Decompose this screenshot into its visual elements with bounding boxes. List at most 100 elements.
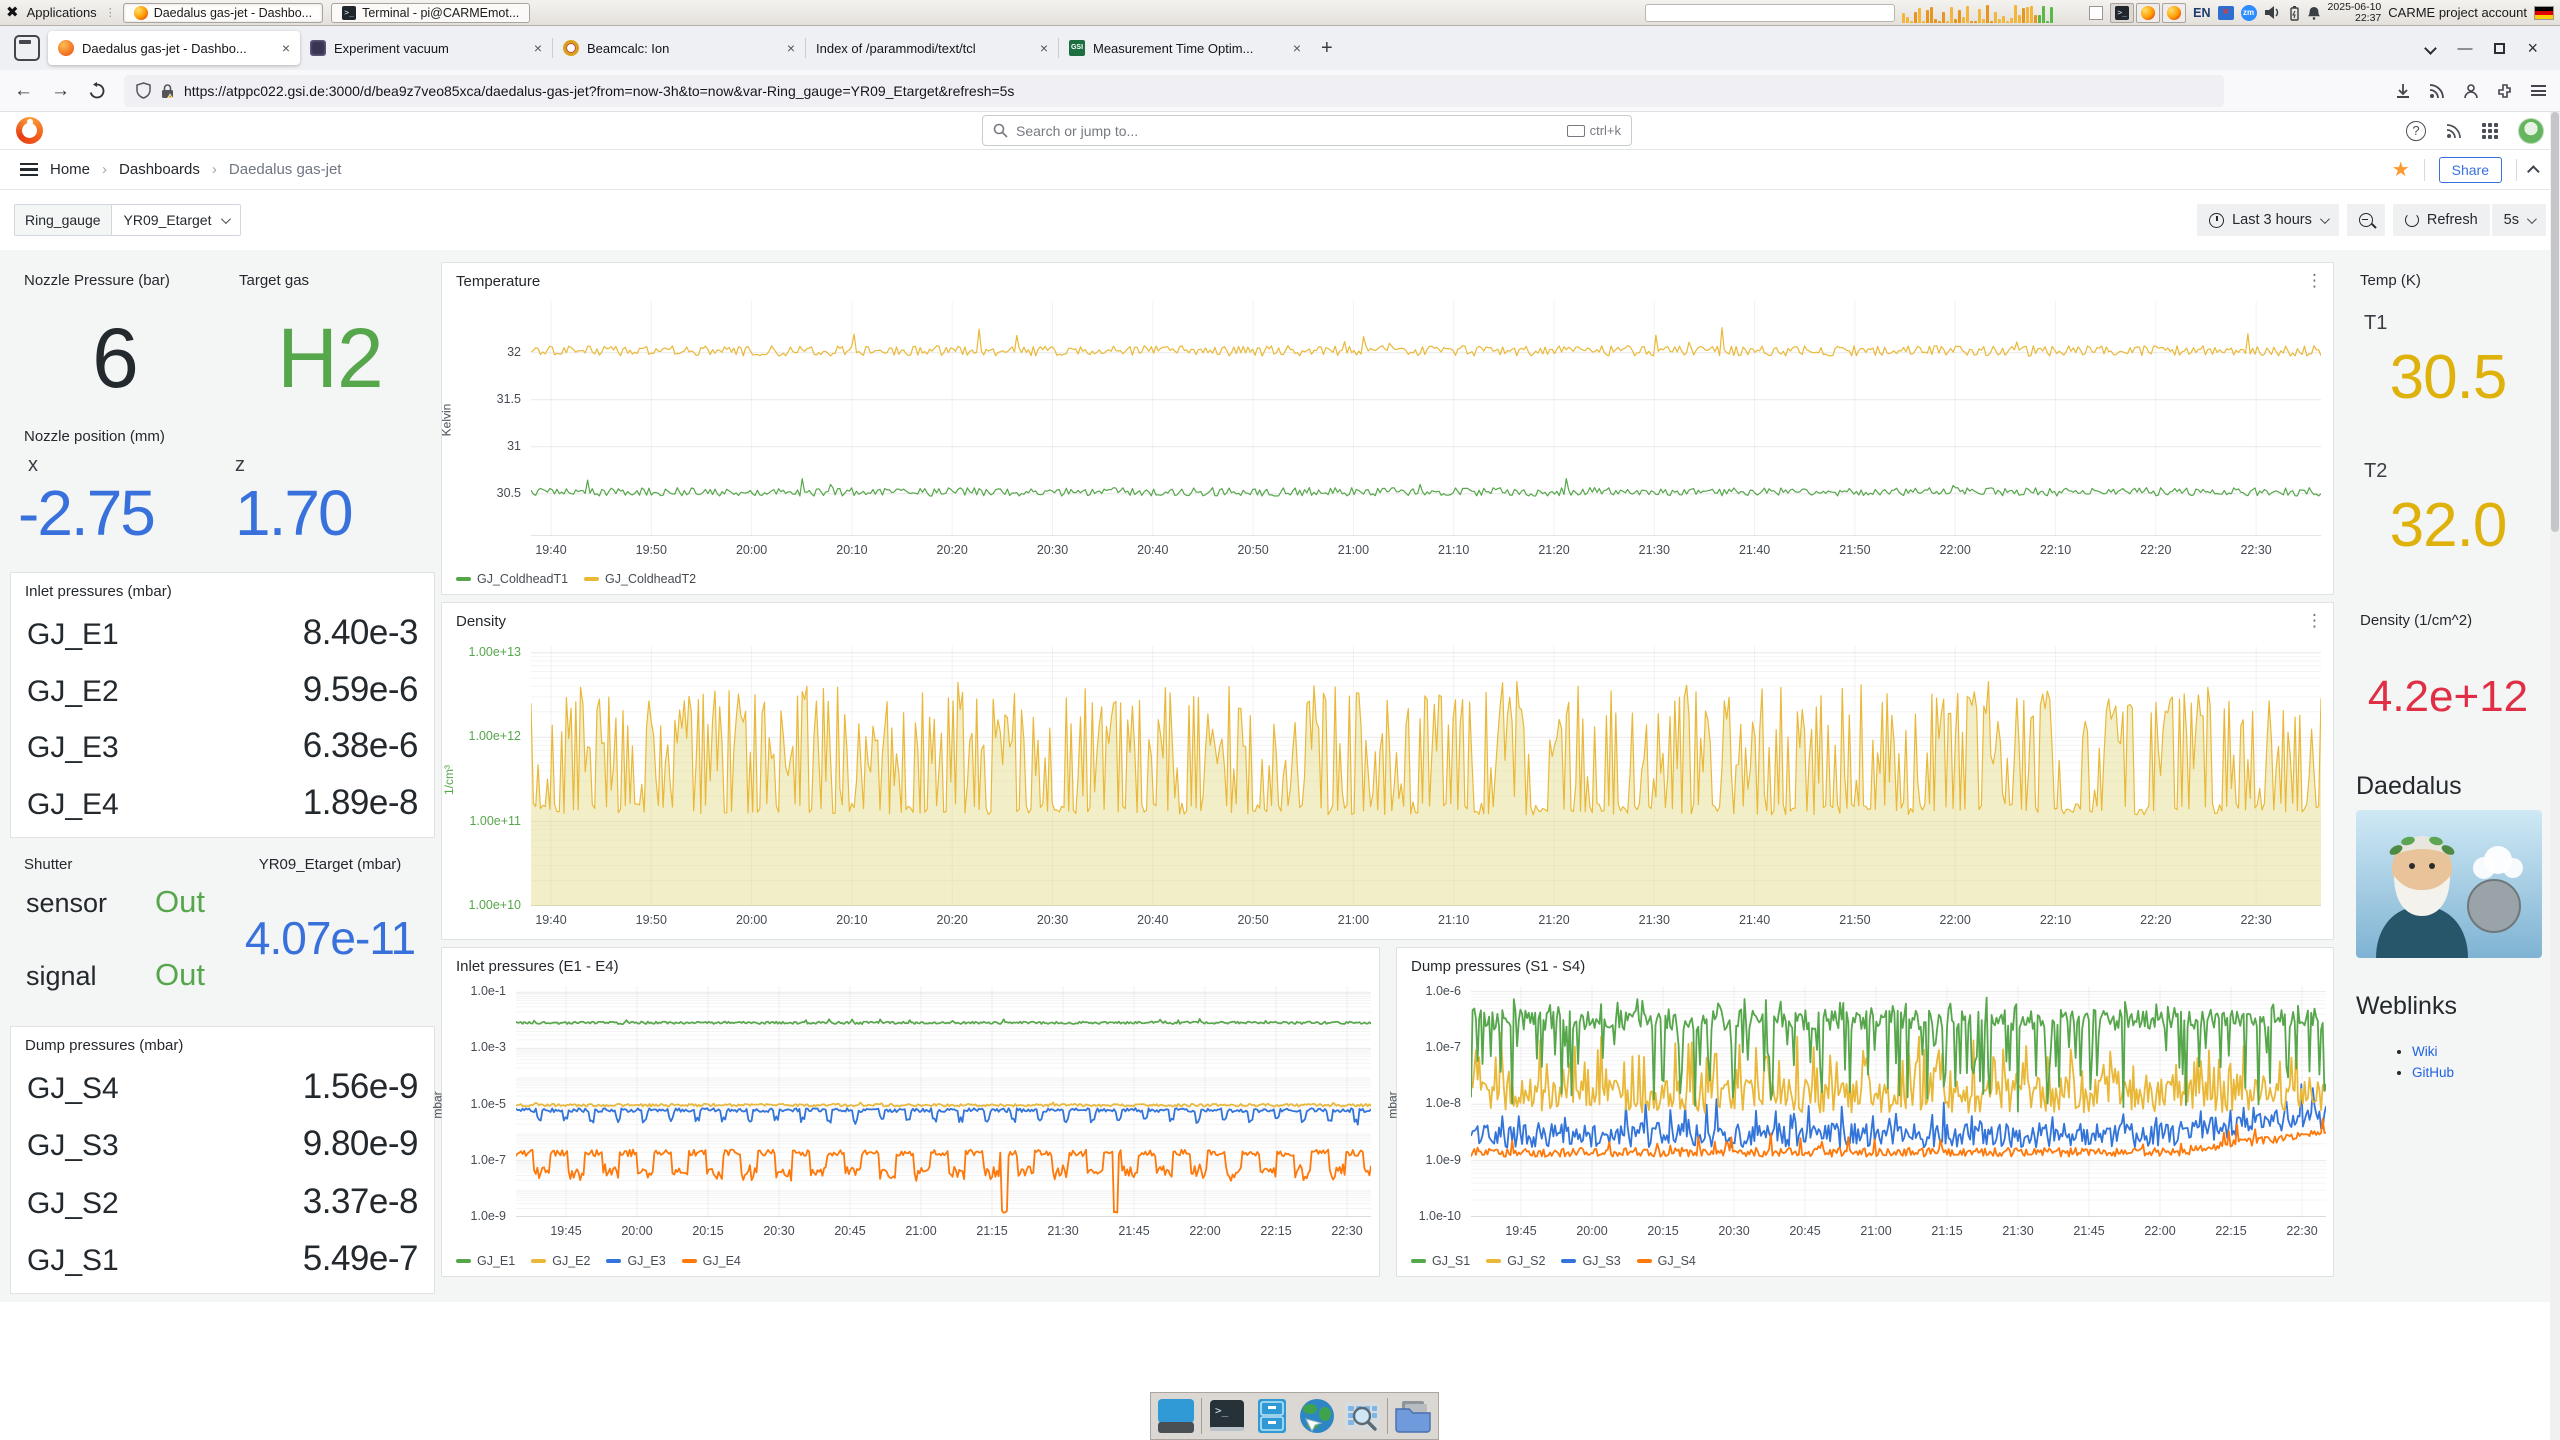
- tab-close-icon[interactable]: ×: [1293, 40, 1301, 56]
- inlet-plot[interactable]: [516, 986, 1371, 1217]
- battery-icon[interactable]: [2288, 5, 2300, 21]
- refresh-interval-dropdown[interactable]: 5s: [2492, 204, 2546, 236]
- tab-daedalus-gas-jet[interactable]: Daedalus gas-jet - Dashbo... ×: [48, 31, 300, 65]
- dump-plot[interactable]: [1471, 986, 2326, 1217]
- tracking-shield-icon[interactable]: [136, 82, 151, 99]
- applications-menu[interactable]: Applications: [27, 5, 97, 20]
- file-manager-icon[interactable]: [1393, 1396, 1433, 1436]
- tab-index-parammodi[interactable]: Index of /parammodi/text/tcl ×: [806, 31, 1058, 65]
- legend-item[interactable]: GJ_ColdheadT1: [456, 572, 568, 586]
- extensions-icon[interactable]: [2497, 83, 2513, 99]
- xserver-icon[interactable]: ×: [2218, 6, 2234, 20]
- pager-icon[interactable]: [2089, 6, 2103, 20]
- new-tab-button[interactable]: +: [1321, 37, 1333, 60]
- tab-beamcalc[interactable]: Beamcalc: Ion ×: [553, 31, 805, 65]
- system-monitor-graph[interactable]: [1902, 3, 2082, 23]
- minimize-button[interactable]: —: [2457, 40, 2472, 57]
- breadcrumb-home[interactable]: Home: [50, 161, 90, 178]
- target-gas-value: H2: [225, 310, 435, 407]
- density-plot[interactable]: [531, 646, 2321, 906]
- cpu-bar: [2042, 6, 2045, 23]
- url-bar[interactable]: https://atppc022.gsi.de:3000/d/bea9z7veo…: [124, 75, 2224, 107]
- panel-menu-icon[interactable]: ⋮: [2306, 271, 2323, 291]
- chart-legend: GJ_ColdheadT1 GJ_ColdheadT2: [456, 572, 696, 586]
- tab-measurement-time[interactable]: GSI Measurement Time Optim... ×: [1059, 31, 1311, 65]
- forward-button[interactable]: →: [51, 80, 70, 102]
- back-button[interactable]: ←: [14, 80, 33, 102]
- panel-target-gas: Target gas H2: [225, 262, 435, 417]
- legend-swatch: [1637, 1259, 1652, 1263]
- x-axis-tick-label: 22:30: [2272, 1224, 2332, 1238]
- variable-value-dropdown[interactable]: YR09_Etarget: [112, 204, 242, 236]
- reload-button[interactable]: [88, 82, 106, 100]
- legend-item[interactable]: GJ_ColdheadT2: [584, 572, 696, 586]
- help-icon[interactable]: ?: [2406, 121, 2426, 141]
- zoom-out-button[interactable]: [2347, 204, 2385, 236]
- tab-close-icon[interactable]: ×: [1040, 40, 1048, 56]
- wiki-link[interactable]: Wiki: [2412, 1044, 2438, 1059]
- volume-icon[interactable]: [2264, 5, 2281, 20]
- time-range-picker[interactable]: Last 3 hours: [2197, 204, 2339, 236]
- share-button[interactable]: Share: [2439, 157, 2502, 183]
- mega-menu-icon[interactable]: [20, 163, 38, 177]
- legend-item[interactable]: GJ_E2: [531, 1254, 590, 1268]
- apps-grid-icon[interactable]: [2482, 123, 2498, 139]
- downloads-icon[interactable]: [2395, 83, 2411, 99]
- notification-bell-icon[interactable]: [2307, 5, 2321, 20]
- rss-icon[interactable]: [2429, 83, 2445, 99]
- x-axis-tick-label: 21:00: [1323, 913, 1383, 927]
- legend-item[interactable]: GJ_S3: [1561, 1254, 1620, 1268]
- legend-item[interactable]: GJ_S4: [1637, 1254, 1696, 1268]
- search-placeholder: Search or jump to...: [1016, 123, 1559, 139]
- show-desktop-icon[interactable]: [1156, 1396, 1196, 1436]
- tab-close-icon[interactable]: ×: [282, 40, 290, 56]
- app-menu-icon[interactable]: [2531, 85, 2546, 96]
- panel-menu-icon[interactable]: ⋮: [2306, 611, 2323, 631]
- user-avatar[interactable]: [2518, 118, 2544, 144]
- close-window-button[interactable]: ×: [2527, 38, 2538, 59]
- firefox-preview-icon[interactable]: [2162, 3, 2186, 23]
- firefox-preview-icon[interactable]: [2136, 3, 2160, 23]
- legend-item[interactable]: GJ_E3: [606, 1254, 665, 1268]
- tab-close-icon[interactable]: ×: [787, 40, 795, 56]
- temperature-plot[interactable]: [531, 301, 2321, 536]
- github-link[interactable]: GitHub: [2412, 1065, 2454, 1080]
- refresh-button[interactable]: Refresh: [2393, 204, 2490, 236]
- collapse-chevron-icon[interactable]: [2527, 165, 2540, 178]
- legend-swatch: [682, 1259, 697, 1263]
- cpu-bar: [1910, 21, 1913, 23]
- terminal-preview-icon[interactable]: >_: [2110, 3, 2134, 23]
- grafana-logo[interactable]: [16, 117, 43, 144]
- legend-item[interactable]: GJ_S1: [1411, 1254, 1470, 1268]
- z-label: z: [235, 454, 245, 477]
- maximize-button[interactable]: [2494, 43, 2505, 54]
- clock[interactable]: 2025-06-10 22:37: [2328, 2, 2382, 24]
- screenshot-tool-icon[interactable]: [1342, 1396, 1382, 1436]
- tab-experiment-vacuum[interactable]: Experiment vacuum ×: [300, 31, 552, 65]
- web-browser-icon[interactable]: [1297, 1396, 1337, 1436]
- legend-item[interactable]: GJ_S2: [1486, 1254, 1545, 1268]
- x-axis-tick-label: 20:45: [820, 1224, 880, 1238]
- firefox-view-icon[interactable]: [14, 35, 40, 61]
- search-input[interactable]: Search or jump to... ctrl+k: [982, 115, 1632, 146]
- lock-icon[interactable]: [161, 83, 174, 99]
- legend-label: GJ_E4: [703, 1254, 741, 1268]
- account-icon[interactable]: [2463, 83, 2479, 99]
- file-cabinet-icon[interactable]: [1252, 1396, 1292, 1436]
- panel-nozzle-position: Nozzle position (mm) x -2.75 z 1.70: [10, 418, 435, 560]
- keyboard-layout-indicator[interactable]: EN: [2193, 6, 2210, 20]
- news-icon[interactable]: [2446, 123, 2462, 139]
- zoom-app-icon[interactable]: zm: [2241, 5, 2257, 21]
- legend-item[interactable]: GJ_E4: [682, 1254, 741, 1268]
- legend-item[interactable]: GJ_E1: [456, 1254, 515, 1268]
- favorite-star-icon[interactable]: ★: [2392, 157, 2410, 182]
- tab-close-icon[interactable]: ×: [534, 40, 542, 56]
- scrollbar-thumb[interactable]: [2551, 112, 2559, 532]
- taskbar-window-firefox[interactable]: Daedalus gas-jet - Dashbo...: [123, 3, 323, 23]
- list-all-tabs-icon[interactable]: [2425, 42, 2438, 55]
- terminal-app-icon[interactable]: >_: [1207, 1396, 1247, 1436]
- taskbar-window-terminal[interactable]: >_ Terminal - pi@CARMEmot...: [331, 3, 530, 23]
- cpu-bar: [1994, 12, 1997, 23]
- scrollbar[interactable]: [2550, 112, 2560, 1440]
- breadcrumb-dashboards[interactable]: Dashboards: [119, 161, 200, 178]
